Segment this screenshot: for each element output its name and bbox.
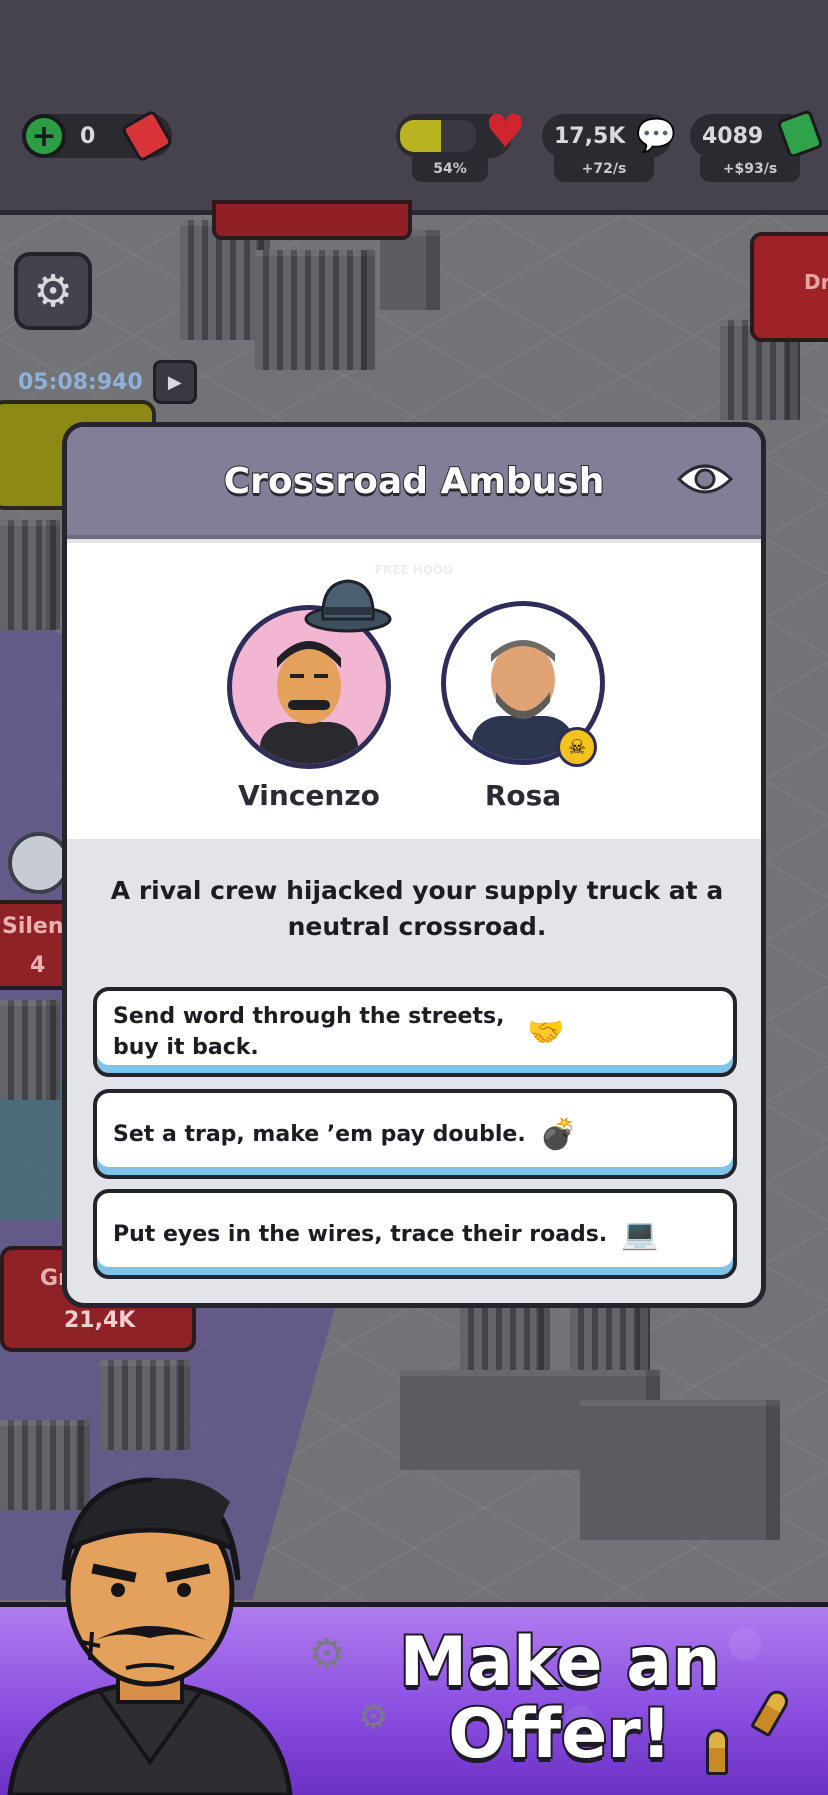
choice-trap-button[interactable]: Set a trap, make ’em pay double. 💣 (93, 1089, 737, 1179)
health-percent: 54% (412, 156, 488, 182)
settings-button[interactable]: ⚙ (14, 252, 92, 330)
choice-trace-button[interactable]: Put eyes in the wires, trace their roads… (93, 1189, 737, 1279)
choice-buy-back-button[interactable]: Send word through the streets, buy it ba… (93, 987, 737, 1077)
building (570, 1300, 650, 1380)
district-label[interactable] (212, 200, 412, 240)
district-count: 21,4K (64, 1308, 136, 1333)
character-name: Vincenzo (238, 779, 380, 812)
fedora-hat-icon (304, 579, 392, 633)
event-dialog: Crossroad Ambush FREE HOOD Vincenzo ☠ Ro… (62, 422, 766, 1308)
money-icon (776, 109, 824, 159)
gear-icon: ⚙ (358, 1697, 389, 1737)
gems-counter[interactable]: + 0 (22, 109, 174, 163)
district-label-text: Dr (804, 270, 828, 294)
choice-label: Send word through the streets, buy it ba… (113, 1004, 505, 1060)
characters-panel: FREE HOOD Vincenzo ☠ Rosa (67, 543, 761, 839)
avatar[interactable] (8, 832, 70, 894)
building (255, 250, 375, 370)
ticket-icon (120, 109, 174, 163)
speech-bubbles-icon: 💬 (636, 116, 676, 154)
health-meter[interactable]: ♥ (396, 108, 526, 158)
eye-icon[interactable] (677, 457, 733, 501)
influence-counter[interactable]: 17,5K 💬 (542, 114, 676, 158)
health-bar (400, 120, 476, 152)
dialog-header: Crossroad Ambush (67, 427, 761, 539)
banner-line-1: Make an (397, 1623, 722, 1702)
timer-text: 05:08:940 (18, 369, 143, 395)
bomb-icon: 💣 (539, 1116, 578, 1152)
health-bar-fill (400, 120, 442, 152)
gear-icon: ⚙ (33, 265, 73, 317)
influence-value: 17,5K (554, 123, 626, 149)
influence-rate: +72/s (554, 156, 654, 182)
building (380, 230, 440, 310)
hacker-icon: 💻 (621, 1216, 659, 1252)
building (0, 1000, 60, 1100)
dialog-title: Crossroad Ambush (223, 460, 606, 503)
bullet-icon (706, 1729, 728, 1775)
heart-icon: ♥ (484, 104, 526, 158)
banner-line-2: Offer! (446, 1695, 674, 1774)
cash-value: 4089 (702, 123, 764, 149)
choice-label: Put eyes in the wires, trace their roads… (113, 1221, 608, 1247)
gear-icon: ⚙ (308, 1629, 346, 1678)
building (0, 520, 60, 630)
plus-icon[interactable]: + (22, 114, 66, 158)
gems-value: 0 (80, 123, 96, 149)
character-name: Rosa (484, 779, 562, 812)
cash-counter[interactable]: 4089 (690, 109, 824, 159)
cash-rate: +$93/s (700, 156, 800, 182)
building (580, 1400, 780, 1540)
faint-label: FREE HOOD (374, 563, 454, 577)
handshake-icon: 🤝 (527, 1014, 565, 1050)
skull-icon: ☠ (557, 727, 597, 767)
choice-label: Set a trap, make ’em pay double. (113, 1121, 526, 1147)
building (100, 1360, 190, 1450)
make-offer-text: Make an Offer! (390, 1623, 730, 1774)
vincenzo-mascot (7, 1477, 293, 1795)
event-timer: 05:08:940 ▶ (18, 360, 197, 404)
district-label-right[interactable]: Dr (750, 232, 828, 342)
play-icon[interactable]: ▶ (152, 360, 197, 404)
top-hud: + 0 ♥ 54% 17,5K 💬 +72/s 4089 +$93/s (0, 0, 828, 215)
event-description: A rival crew hijacked your supply truck … (110, 876, 724, 941)
